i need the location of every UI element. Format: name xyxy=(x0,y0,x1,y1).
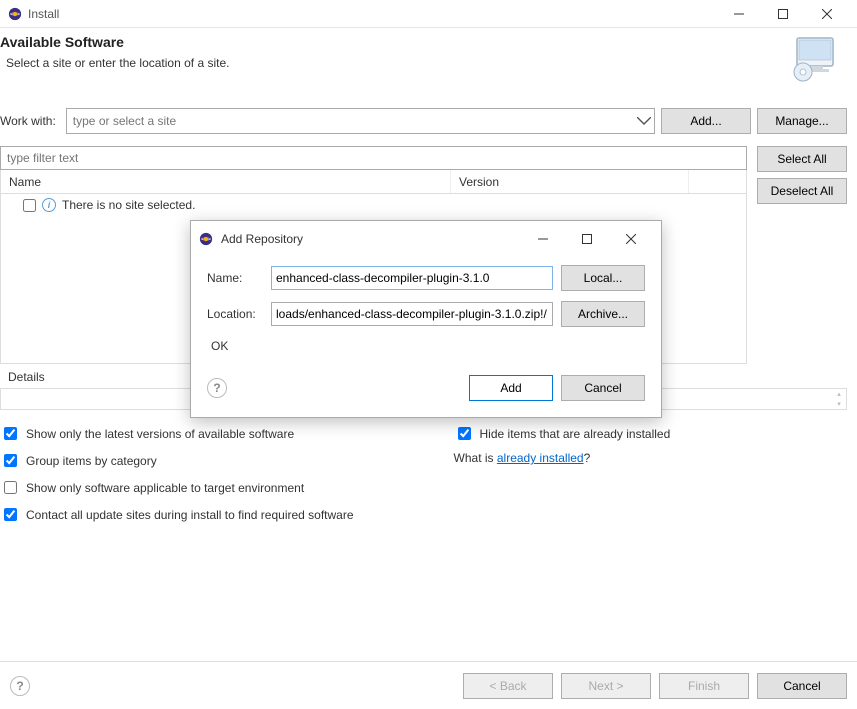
local-button[interactable]: Local... xyxy=(561,265,645,291)
next-button[interactable]: Next > xyxy=(561,673,651,699)
manage-button[interactable]: Manage... xyxy=(757,108,847,134)
workwith-row: Work with: Add... Manage... xyxy=(0,94,857,140)
eclipse-icon xyxy=(199,232,213,246)
status-text: OK xyxy=(207,337,645,363)
group-checkbox[interactable] xyxy=(4,454,17,467)
window-titlebar: Install xyxy=(0,0,857,28)
dialog-cancel-button[interactable]: Cancel xyxy=(561,375,645,401)
dialog-close-button[interactable] xyxy=(609,225,653,253)
page-title: Available Software xyxy=(0,34,787,50)
back-button[interactable]: < Back xyxy=(463,673,553,699)
add-site-button[interactable]: Add... xyxy=(661,108,751,134)
dialog-maximize-button[interactable] xyxy=(565,225,609,253)
filter-input[interactable] xyxy=(0,146,747,170)
workwith-combo[interactable] xyxy=(66,108,655,134)
eclipse-icon xyxy=(8,7,22,21)
target-checkbox[interactable] xyxy=(4,481,17,494)
location-label: Location: xyxy=(207,307,263,321)
repo-name-input[interactable] xyxy=(271,266,553,290)
column-version[interactable]: Version xyxy=(451,170,689,193)
deselect-all-button[interactable]: Deselect All xyxy=(757,178,847,204)
window-maximize-button[interactable] xyxy=(761,0,805,28)
option-hide[interactable]: Hide items that are already installed xyxy=(454,424,671,443)
dialog-title: Add Repository xyxy=(221,232,303,246)
help-icon[interactable]: ? xyxy=(10,676,30,696)
already-installed-hint: What is already installed? xyxy=(454,451,671,465)
wizard-button-bar: ? < Back Next > Finish Cancel xyxy=(0,661,857,709)
dialog-minimize-button[interactable] xyxy=(521,225,565,253)
cancel-button[interactable]: Cancel xyxy=(757,673,847,699)
option-group[interactable]: Group items by category xyxy=(0,451,354,470)
add-repository-dialog: Add Repository Name: Local... Location: … xyxy=(190,220,662,418)
dialog-help-icon[interactable]: ? xyxy=(207,378,227,398)
column-name[interactable]: Name xyxy=(1,170,451,193)
table-row: i There is no site selected. xyxy=(1,194,746,216)
option-contact[interactable]: Contact all update sites during install … xyxy=(0,505,354,524)
wizard-header: Available Software Select a site or ente… xyxy=(0,28,857,94)
contact-checkbox[interactable] xyxy=(4,508,17,521)
repo-location-input[interactable] xyxy=(271,302,553,326)
name-label: Name: xyxy=(207,271,263,285)
already-installed-link[interactable]: already installed xyxy=(497,451,584,465)
workwith-label: Work with: xyxy=(0,114,56,128)
page-subtitle: Select a site or enter the location of a… xyxy=(6,56,787,70)
add-button[interactable]: Add xyxy=(469,375,553,401)
window-close-button[interactable] xyxy=(805,0,849,28)
tree-header: Name Version xyxy=(0,170,747,194)
options-area: Show only the latest versions of availab… xyxy=(0,410,857,524)
window-title: Install xyxy=(28,7,59,21)
option-target[interactable]: Show only software applicable to target … xyxy=(0,478,354,497)
archive-button[interactable]: Archive... xyxy=(561,301,645,327)
latest-checkbox[interactable] xyxy=(4,427,17,440)
scrollbar-icon: ▴▾ xyxy=(834,391,844,408)
dialog-titlebar: Add Repository xyxy=(191,221,661,257)
window-minimize-button[interactable] xyxy=(717,0,761,28)
select-all-button[interactable]: Select All xyxy=(757,146,847,172)
install-image-icon xyxy=(787,34,841,84)
empty-message: There is no site selected. xyxy=(62,198,195,212)
workwith-input[interactable] xyxy=(66,108,655,134)
info-icon: i xyxy=(42,198,56,212)
row-checkbox[interactable] xyxy=(23,199,36,212)
option-latest[interactable]: Show only the latest versions of availab… xyxy=(0,424,354,443)
hide-checkbox[interactable] xyxy=(458,427,471,440)
finish-button[interactable]: Finish xyxy=(659,673,749,699)
